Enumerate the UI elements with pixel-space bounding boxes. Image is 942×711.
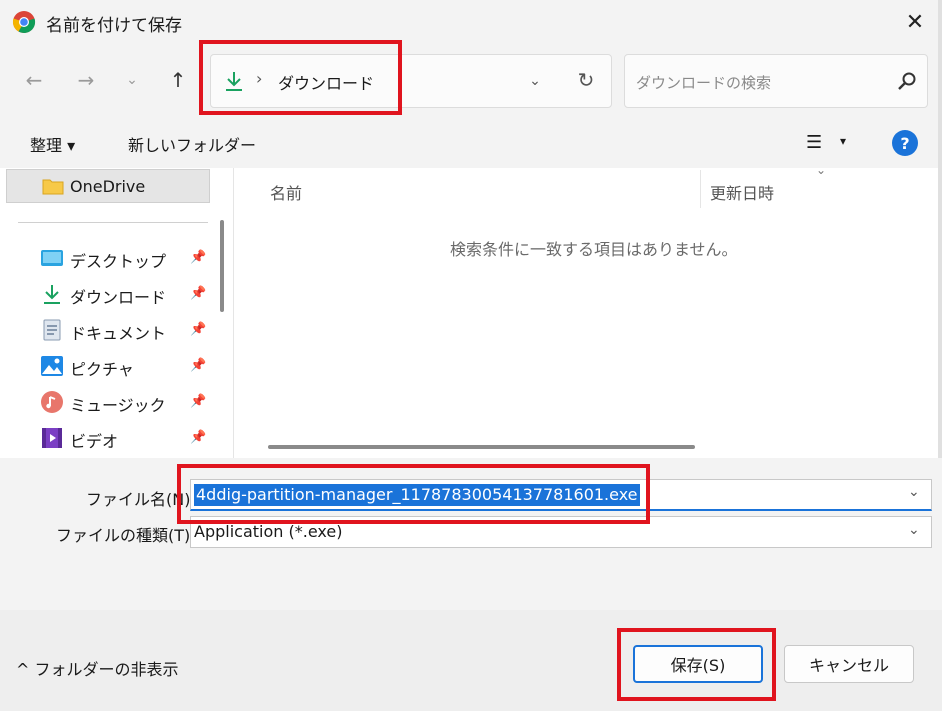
column-divider[interactable] (700, 170, 701, 208)
close-button[interactable]: ✕ (896, 6, 934, 38)
pin-icon[interactable]: 📌 (190, 286, 206, 301)
refresh-button[interactable]: ↻ (572, 66, 600, 94)
folder-icon (42, 179, 64, 195)
sidebar-item-label: ミュージック (70, 396, 166, 415)
pin-icon[interactable]: 📌 (190, 394, 206, 409)
sidebar-scrollbar[interactable] (220, 220, 224, 312)
sidebar-item-label: OneDrive (70, 177, 146, 196)
sidebar-item-label: ピクチャ (70, 360, 134, 379)
pin-icon[interactable]: 📌 (190, 250, 206, 265)
pin-icon[interactable]: 📌 (190, 322, 206, 337)
pin-icon[interactable]: 📌 (190, 358, 206, 373)
organize-button[interactable]: 整理 ▾ (30, 132, 75, 156)
window-title: 名前を付けて保存 (46, 16, 182, 36)
sidebar-item-label: ドキュメント (70, 324, 167, 343)
file-list-pane (233, 168, 942, 458)
address-bar[interactable] (210, 54, 612, 108)
filename-dropdown-icon[interactable]: ⌄ (908, 484, 920, 500)
save-button[interactable]: 保存(S) (633, 645, 763, 683)
video-icon (42, 428, 62, 448)
filetype-label: ファイルの種類(T): (56, 526, 196, 545)
search-placeholder: ダウンロードの検索 (636, 74, 772, 92)
column-header-date-modified[interactable]: 更新日時 (710, 180, 774, 204)
horizontal-scrollbar[interactable] (268, 445, 695, 449)
search-icon[interactable] (896, 70, 918, 92)
view-options-icon[interactable]: ☰ (806, 132, 822, 153)
breadcrumb-separator: › (256, 69, 263, 88)
music-icon (41, 391, 63, 413)
cancel-button[interactable]: キャンセル (784, 645, 914, 683)
download-arrow-icon (226, 72, 242, 91)
download-icon (44, 285, 60, 304)
desktop-icon (41, 250, 63, 266)
recent-locations-button[interactable]: ⌄ (112, 60, 152, 100)
sidebar-item-label: デスクトップ (70, 252, 167, 271)
forward-button[interactable]: → (66, 60, 106, 100)
empty-list-message: 検索条件に一致する項目はありません。 (450, 240, 738, 259)
sidebar-divider (18, 222, 208, 223)
address-dropdown-icon[interactable]: ⌄ (522, 68, 548, 94)
filetype-value[interactable]: Application (*.exe) (194, 522, 342, 541)
chrome-logo-icon (12, 11, 36, 34)
view-dropdown-icon[interactable]: ▾ (840, 134, 846, 148)
picture-icon (41, 356, 63, 376)
pin-icon[interactable]: 📌 (190, 430, 206, 445)
hide-folders-toggle[interactable]: ^ フォルダーの非表示 (16, 656, 179, 680)
help-icon[interactable]: ? (892, 130, 918, 156)
filename-label: ファイル名(N): (86, 490, 196, 509)
breadcrumb-current[interactable]: ダウンロード (278, 70, 374, 94)
sidebar-item-label: ダウンロード (70, 288, 167, 307)
up-folder-button[interactable]: ↑ (158, 60, 198, 100)
document-icon (43, 319, 61, 341)
back-button[interactable]: ← (14, 60, 54, 100)
filename-value[interactable]: 4ddig-partition-manager_1178783005413778… (194, 484, 640, 506)
new-folder-button[interactable]: 新しいフォルダー (128, 132, 256, 156)
filetype-dropdown-icon[interactable]: ⌄ (908, 522, 920, 538)
sidebar-item-label: ビデオ (70, 432, 119, 451)
sort-chevron-icon: ⌄ (816, 163, 827, 177)
column-header-name[interactable]: 名前 (270, 180, 302, 204)
